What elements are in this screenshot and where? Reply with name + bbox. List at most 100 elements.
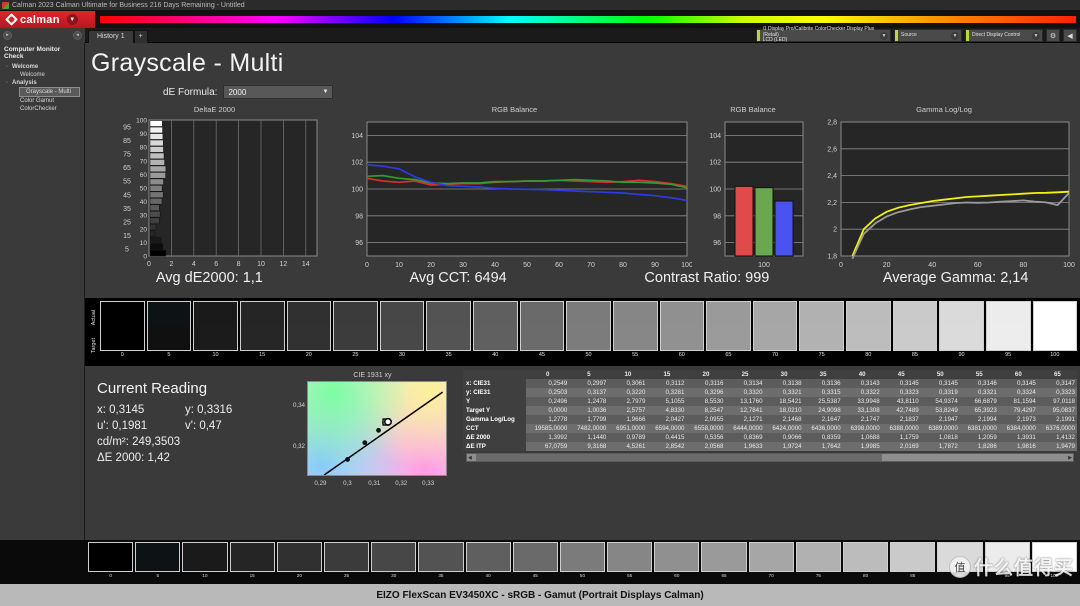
display-control-select[interactable]: Direct Display Control ▼ — [965, 29, 1043, 42]
patch-item[interactable]: 10 — [193, 301, 238, 358]
table-cell: 4,8330 — [665, 407, 685, 414]
table-horizontal-scrollbar[interactable]: ◀ ▶ — [466, 453, 1074, 462]
patch-target — [334, 326, 377, 350]
patch-item[interactable]: 40 — [473, 301, 518, 358]
sidebar-expand-icon[interactable]: ▸ — [3, 30, 12, 40]
patch-item[interactable]: 60 — [659, 301, 705, 358]
chevron-down-icon[interactable]: ▼ — [1032, 31, 1040, 40]
patch-item[interactable]: 15 — [239, 301, 285, 358]
panel-toggle-button[interactable]: ◀ — [1063, 29, 1077, 42]
footer-patch-item[interactable]: 35 — [418, 542, 464, 578]
display-control-value: Direct Display Control — [972, 31, 1021, 38]
sidebar-item-welcome[interactable]: Welcome — [4, 71, 80, 79]
patch-item[interactable]: 70 — [752, 301, 798, 358]
cie-points-svg — [323, 391, 444, 475]
patch-item[interactable]: 95 — [985, 301, 1031, 358]
watermark: 值 什么值得买 — [948, 553, 1074, 580]
footer-patch-item[interactable]: 20 — [276, 542, 322, 578]
footer-patch-item[interactable]: 85 — [890, 542, 936, 578]
footer-patch-item[interactable]: 50 — [559, 542, 606, 578]
footer-patch-swatch — [701, 542, 747, 572]
tab-history-1[interactable]: History 1 — [88, 29, 134, 43]
chevron-down-icon[interactable]: ▼ — [323, 89, 329, 95]
footer-patch-item[interactable]: 0 — [88, 542, 134, 578]
patch-target — [194, 326, 237, 350]
patch-item[interactable]: 30 — [379, 301, 425, 358]
cie-y-tick: 0,34 — [292, 402, 305, 410]
patch-item[interactable]: 90 — [939, 301, 984, 358]
patch-item[interactable]: 25 — [333, 301, 378, 358]
table-cell: 0,3145 — [938, 380, 958, 387]
sidebar-item-label: Grayscale - Multi — [18, 87, 81, 97]
settings-button[interactable]: ⚙ — [1046, 29, 1060, 42]
source-select[interactable]: Source ▼ — [894, 29, 962, 42]
patch-item[interactable]: 100 — [1032, 301, 1078, 358]
patch-item[interactable]: 45 — [519, 301, 565, 358]
table-column-header: 5 — [569, 370, 609, 379]
footer-patch-item[interactable]: 15 — [229, 542, 275, 578]
scroll-left-icon[interactable]: ◀ — [468, 455, 472, 461]
footer-patch-item[interactable]: 10 — [182, 542, 228, 578]
sidebar-item-grayscale-multi[interactable]: Grayscale - Multi — [4, 87, 81, 97]
svg-text:102: 102 — [351, 160, 363, 167]
footer-patch-item[interactable]: 5 — [135, 542, 181, 578]
patch-target — [427, 326, 470, 350]
table-cell: 6424,0000 — [772, 425, 802, 432]
patch-item[interactable]: 5 — [146, 301, 192, 358]
chevron-down-icon[interactable]: ▼ — [951, 31, 959, 40]
footer-patch-item[interactable]: 25 — [323, 542, 370, 578]
footer-patch-swatch — [748, 542, 794, 572]
patch-label: 75 — [818, 352, 825, 358]
footer-patch-item[interactable]: 55 — [607, 542, 653, 578]
svg-text:35: 35 — [123, 206, 131, 213]
patch-swatch — [193, 301, 238, 351]
table-cell: 0,3136 — [821, 380, 841, 387]
sidebar-collapse-icon[interactable]: ◂ — [73, 30, 82, 40]
patch-actual — [474, 302, 517, 326]
scrollbar-thumb[interactable] — [476, 454, 883, 461]
table-row-header: CCT — [463, 424, 527, 433]
patch-target — [753, 326, 797, 350]
table-cell: 2,1947 — [938, 416, 958, 423]
table-cell: 0,3324 — [1016, 389, 1036, 396]
gamma-plot-svg: 1,822,22,42,62,80 20 40 60 80 100 — [827, 120, 1075, 270]
footer-patch-swatch — [418, 542, 464, 572]
table-cell: 2,1271 — [743, 416, 763, 423]
footer-patch-item[interactable]: 45 — [512, 542, 558, 578]
meter-select[interactable]: i1 Display Pro/Calibrite ColorChecker Di… — [756, 26, 891, 43]
table-row-header: x: CIE31 — [463, 379, 527, 388]
footer-patch-item[interactable]: 80 — [843, 542, 889, 578]
sidebar-item-welcome[interactable]: · Welcome — [4, 63, 80, 71]
patch-item[interactable]: 55 — [612, 301, 658, 358]
sidebar-item-analysis[interactable]: · Analysis — [4, 79, 80, 87]
table-cell: 0,2549 — [548, 380, 568, 387]
patch-label: 90 — [958, 352, 965, 358]
de-formula-select[interactable]: 2000 ▼ — [223, 85, 334, 99]
patch-item[interactable]: 85 — [892, 301, 938, 358]
footer-patch-item[interactable]: 30 — [371, 542, 417, 578]
table-cell: 9,3168 — [587, 443, 607, 450]
calman-brand-button[interactable]: calman ▼ — [0, 11, 96, 28]
display-caption: EIZO FlexScan EV3450XC - sRGB - Gamut (P… — [0, 584, 1080, 606]
sidebar-item-color-gamut[interactable]: Color Gamut — [4, 97, 80, 105]
patch-item[interactable]: 75 — [799, 301, 844, 358]
footer-patch-item[interactable]: 75 — [795, 542, 841, 578]
footer-patch-item[interactable]: 40 — [465, 542, 511, 578]
patch-item[interactable]: 65 — [706, 301, 751, 358]
patch-item[interactable]: 20 — [286, 301, 332, 358]
add-tab-button[interactable]: + — [133, 29, 148, 43]
patch-item[interactable]: 80 — [846, 301, 891, 358]
patch-target — [101, 326, 144, 350]
patch-item[interactable]: 0 — [100, 301, 145, 358]
patch-item[interactable]: 35 — [426, 301, 471, 358]
footer-patch-item[interactable]: 65 — [701, 542, 747, 578]
charts-zone: Grayscale - Multi dE Formula: 2000 ▼ Del… — [85, 43, 1080, 298]
cie-x-tick: 0,3 — [343, 480, 352, 487]
footer-patch-item[interactable]: 70 — [748, 542, 794, 578]
chevron-down-icon[interactable]: ▼ — [880, 31, 888, 40]
footer-patch-item[interactable]: 60 — [654, 542, 700, 578]
patch-item[interactable]: 50 — [566, 301, 611, 358]
sidebar-item-colorchecker[interactable]: ColorChecker — [4, 105, 80, 113]
scroll-right-icon[interactable]: ▶ — [1068, 455, 1072, 461]
chevron-down-icon[interactable]: ▼ — [66, 14, 78, 25]
